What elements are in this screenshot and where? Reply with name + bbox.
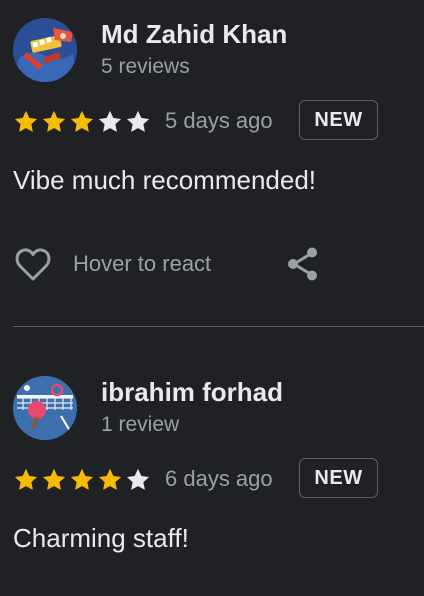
star-filled-icon: [14, 110, 38, 132]
review-text: Vibe much recommended!: [13, 165, 317, 195]
star-filled-icon: [98, 468, 122, 490]
star-filled-icon: [14, 468, 38, 490]
review-actions: Hover to react: [0, 240, 424, 288]
review-divider: [13, 326, 424, 327]
reviewer-review-count: 1 review: [101, 413, 180, 436]
star-empty-icon: [98, 110, 122, 132]
reviewer-name[interactable]: ibrahim forhad: [101, 377, 283, 408]
reviewer-avatar[interactable]: [13, 18, 77, 82]
review-time-ago: 5 days ago: [165, 108, 273, 133]
new-badge: NEW: [299, 100, 378, 140]
star-empty-icon: [126, 468, 150, 490]
review-text: Charming staff!: [13, 523, 189, 553]
react-label[interactable]: Hover to react: [73, 251, 211, 277]
star-rating: [12, 108, 152, 136]
ping-pong-avatar-icon: [13, 376, 77, 440]
new-badge: NEW: [299, 458, 378, 498]
star-filled-icon: [70, 468, 94, 490]
star-empty-icon: [126, 110, 150, 132]
star-rating: [12, 466, 152, 494]
star-filled-icon: [70, 110, 94, 132]
review-time-ago: 6 days ago: [165, 466, 273, 491]
reviewer-avatar[interactable]: [13, 376, 77, 440]
avatar-illustration-icon: [13, 18, 77, 82]
reviewer-name[interactable]: Md Zahid Khan: [101, 19, 287, 50]
star-filled-icon: [42, 468, 66, 490]
heart-outline-icon[interactable]: [12, 244, 54, 284]
share-icon[interactable]: [284, 244, 322, 284]
star-filled-icon: [42, 110, 66, 132]
reviewer-review-count: 5 reviews: [101, 55, 190, 78]
